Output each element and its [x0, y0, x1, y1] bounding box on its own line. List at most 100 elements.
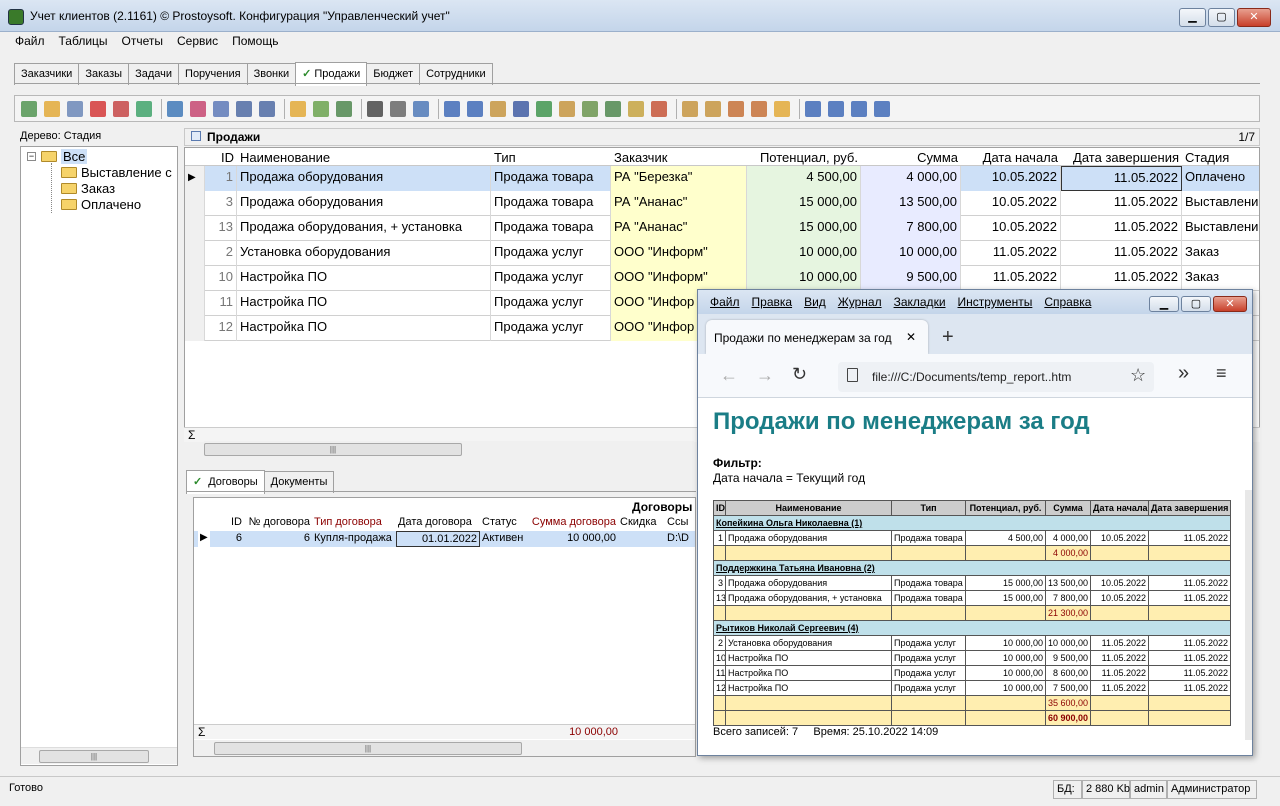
table-row[interactable]: ▶ 1 Продажа оборудования Продажа товара РА "… — [185, 166, 1259, 191]
browser-menu-5[interactable]: Инструменты — [952, 290, 1039, 309]
table-cell[interactable]: Установка оборудования — [237, 241, 491, 266]
next-icon[interactable] — [851, 101, 867, 117]
new-tab-button[interactable]: + — [942, 326, 954, 349]
scroll-thumb[interactable]: ||| — [214, 742, 522, 755]
export-4-icon[interactable] — [559, 101, 575, 117]
edit-icon[interactable] — [44, 101, 60, 117]
table-cell[interactable]: 6 — [212, 531, 244, 547]
column-header[interactable]: Тип договора — [312, 515, 396, 531]
browser-menu-1[interactable]: Правка — [746, 290, 799, 309]
table-cell[interactable]: Выставлени — [1182, 191, 1259, 216]
table-cell[interactable]: 10 — [205, 266, 237, 291]
column-header[interactable]: Статус — [480, 515, 528, 531]
table-cell[interactable]: РА "Ананас" — [611, 216, 747, 241]
table-cell[interactable]: Продажа товара — [491, 216, 611, 241]
table-cell[interactable]: 11.05.2022 — [961, 241, 1061, 266]
scroll-thumb[interactable]: ||| — [39, 750, 149, 763]
table-cell[interactable]: 10 000,00 — [861, 241, 961, 266]
bookmark-star-icon[interactable]: ☆ — [1130, 365, 1146, 386]
tab-2[interactable]: Задачи — [128, 63, 180, 85]
table-cell[interactable]: Продажа оборудования — [237, 191, 491, 216]
table-cell[interactable]: 2 — [205, 241, 237, 266]
copy-icon[interactable] — [67, 101, 83, 117]
table-cell[interactable]: Продажа услуг — [491, 291, 611, 316]
table-cell[interactable]: 10 000,00 — [747, 266, 861, 291]
export-6-icon[interactable] — [605, 101, 621, 117]
tab-1[interactable]: Заказы — [78, 63, 130, 85]
contracts-hscrollbar[interactable]: ||| — [194, 740, 695, 756]
table-cell[interactable]: 11.05.2022 — [1061, 266, 1182, 291]
filter-edit-icon[interactable] — [236, 101, 252, 117]
delete-all-icon[interactable] — [113, 101, 129, 117]
browser-vscrollbar[interactable] — [1245, 490, 1252, 740]
subtab-1[interactable]: Документы — [263, 471, 335, 493]
export-5-icon[interactable] — [582, 101, 598, 117]
table-cell[interactable]: ООО "Информ" — [611, 266, 747, 291]
table-cell[interactable]: 10.05.2022 — [961, 191, 1061, 216]
browser-menu-3[interactable]: Журнал — [832, 290, 888, 309]
column-header[interactable]: Стадия — [1182, 148, 1259, 166]
table-cell[interactable]: 3 — [205, 191, 237, 216]
close-tab-icon[interactable]: ✕ — [906, 330, 916, 344]
tab-6[interactable]: Бюджет — [366, 63, 421, 85]
browser-maximize-button[interactable]: ▢ — [1181, 296, 1211, 312]
browser-close-button[interactable]: ✕ — [1213, 296, 1247, 312]
filter-remove-icon[interactable] — [213, 101, 229, 117]
maximize-button[interactable]: ▢ — [1208, 8, 1235, 27]
table-cell[interactable]: Купля-продажа — [312, 531, 396, 547]
browser-menu-0[interactable]: Файл — [704, 290, 746, 309]
delete-icon[interactable] — [90, 101, 106, 117]
table-cell[interactable]: 11.05.2022 — [961, 266, 1061, 291]
table-cell[interactable]: Оплачено — [1182, 166, 1259, 191]
table-cell[interactable]: 11.05.2022 — [1061, 166, 1182, 191]
table-row[interactable]: 2 Установка оборудования Продажа услуг ООО … — [185, 241, 1259, 266]
last-icon[interactable] — [874, 101, 890, 117]
tab-0[interactable]: Заказчики — [14, 63, 80, 85]
print-icon[interactable] — [390, 101, 406, 117]
table-cell[interactable]: РА "Березка" — [611, 166, 747, 191]
filter-icon[interactable] — [167, 101, 183, 117]
table-cell[interactable]: Продажа товара — [491, 191, 611, 216]
scroll-thumb[interactable]: ||| — [204, 443, 462, 456]
url-text[interactable]: file:///C:/Documents/temp_report..htm — [872, 370, 1071, 384]
report-group-name[interactable]: Поддержкина Татьяна Ивановна (2) — [712, 560, 1232, 576]
table-cell[interactable]: ООО "Информ" — [611, 241, 747, 266]
prev-icon[interactable] — [828, 101, 844, 117]
column-header[interactable]: Сумма договора — [528, 515, 618, 531]
table-cell[interactable]: 01.01.2022 — [396, 531, 480, 547]
find-icon[interactable] — [367, 101, 383, 117]
table-cell[interactable]: 11 — [205, 291, 237, 316]
report-group-name[interactable]: Копейкина Ольга Николаевна (1) — [712, 515, 1232, 531]
reload-icon[interactable]: ↻ — [792, 364, 807, 385]
overflow-icon[interactable]: » — [1178, 362, 1189, 385]
table-cell[interactable] — [618, 531, 665, 547]
filter-settings-icon[interactable] — [259, 101, 275, 117]
tree-node[interactable]: Заказ — [61, 181, 115, 196]
table-cell[interactable]: 10.05.2022 — [961, 166, 1061, 191]
menu-2[interactable]: Отчеты — [115, 32, 170, 50]
browser-tab[interactable]: Продажи по менеджерам за год ✕ — [706, 320, 928, 354]
column-header[interactable]: Потенциал, руб. — [747, 148, 861, 166]
report-2-icon[interactable] — [751, 101, 767, 117]
sales-hscrollbar[interactable]: ||| — [204, 441, 694, 458]
report-icon[interactable] — [728, 101, 744, 117]
table-cell[interactable]: Продажа оборудования — [237, 166, 491, 191]
filter-tree-icon[interactable] — [290, 101, 306, 117]
import-2-icon[interactable] — [705, 101, 721, 117]
excel-icon[interactable] — [536, 101, 552, 117]
preview-icon[interactable] — [413, 101, 429, 117]
table-cell[interactable]: Продажа услуг — [491, 241, 611, 266]
column-header[interactable]: Дата завершения — [1061, 148, 1182, 166]
word-icon[interactable] — [513, 101, 529, 117]
menu-3[interactable]: Сервис — [170, 32, 225, 50]
column-header[interactable]: Ссы — [665, 515, 695, 531]
table-cell[interactable]: Активен — [480, 531, 528, 547]
table-cell[interactable]: 15 000,00 — [747, 216, 861, 241]
column-header[interactable]: Дата начала — [961, 148, 1061, 166]
export-2-icon[interactable] — [467, 101, 483, 117]
tree-expander[interactable]: − — [27, 152, 36, 161]
tab-3[interactable]: Поручения — [178, 63, 248, 85]
column-header[interactable]: Наименование — [237, 148, 491, 166]
table-cell[interactable]: 11.05.2022 — [1061, 191, 1182, 216]
tree-node-root[interactable]: Все — [41, 149, 88, 164]
